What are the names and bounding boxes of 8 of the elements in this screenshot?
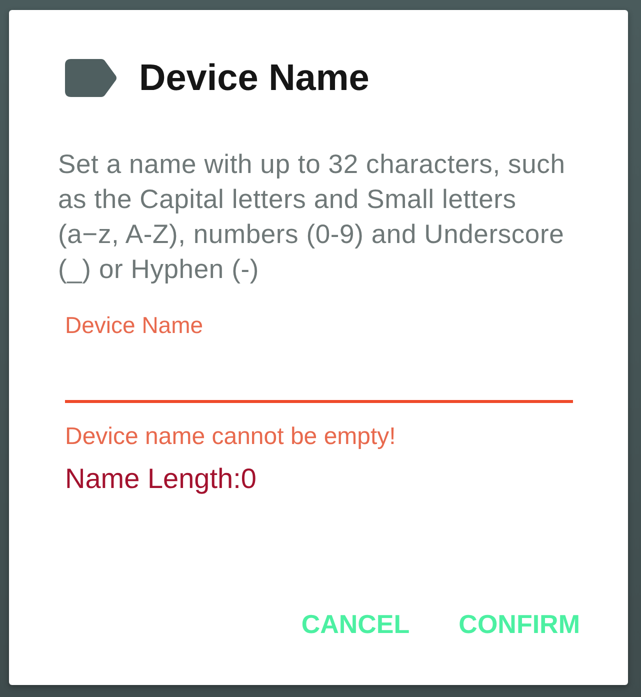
- name-length-counter: Name Length:0: [65, 463, 258, 495]
- confirm-button[interactable]: CONFIRM: [450, 601, 588, 647]
- tag-icon: [65, 59, 117, 97]
- dialog-description: Set a name with up to 32 characters, such as the Capital letters and Small letters (a−z, A-Z), numbers (0-9) and Underscore (_) or Hyphen (-): [58, 148, 566, 286]
- cancel-button[interactable]: CANCEL: [293, 601, 418, 647]
- error-message: Device name cannot be empty!: [65, 423, 397, 451]
- device-name-field[interactable]: Device Name: [65, 312, 573, 403]
- dialog-title: Device Name: [139, 58, 370, 98]
